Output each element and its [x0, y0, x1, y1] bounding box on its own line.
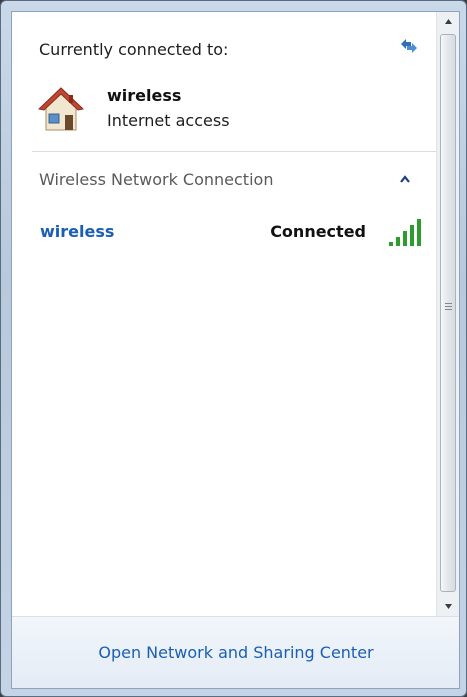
refresh-arrows-icon[interactable] — [398, 36, 420, 56]
current-network-access: Internet access — [107, 111, 230, 130]
network-item-status: Connected — [270, 222, 366, 241]
chevron-up-icon[interactable] — [398, 173, 412, 185]
section-divider — [32, 151, 437, 152]
section-title: Wireless Network Connection — [39, 170, 274, 189]
network-flyout-panel: Currently connected to: wireless Interne… — [11, 11, 460, 689]
scroll-down-arrow-icon[interactable] — [437, 596, 460, 616]
flyout-footer: Open Network and Sharing Center — [12, 616, 459, 688]
grip-icon — [445, 303, 452, 310]
network-list-area: Currently connected to: wireless Interne… — [12, 12, 437, 616]
scrollbar-thumb[interactable] — [440, 34, 456, 592]
open-network-sharing-center-link[interactable]: Open Network and Sharing Center — [12, 643, 459, 662]
network-item-name[interactable]: wireless — [40, 222, 114, 241]
network-list-item[interactable]: wireless Connected — [32, 212, 424, 252]
signal-strength-icon — [389, 219, 421, 246]
network-flyout-frame: Currently connected to: wireless Interne… — [0, 0, 467, 697]
house-icon — [38, 87, 84, 131]
scroll-up-arrow-icon[interactable] — [437, 12, 460, 32]
current-network-name: wireless — [107, 86, 182, 105]
vertical-scrollbar[interactable] — [436, 12, 460, 616]
connected-title: Currently connected to: — [39, 40, 229, 59]
